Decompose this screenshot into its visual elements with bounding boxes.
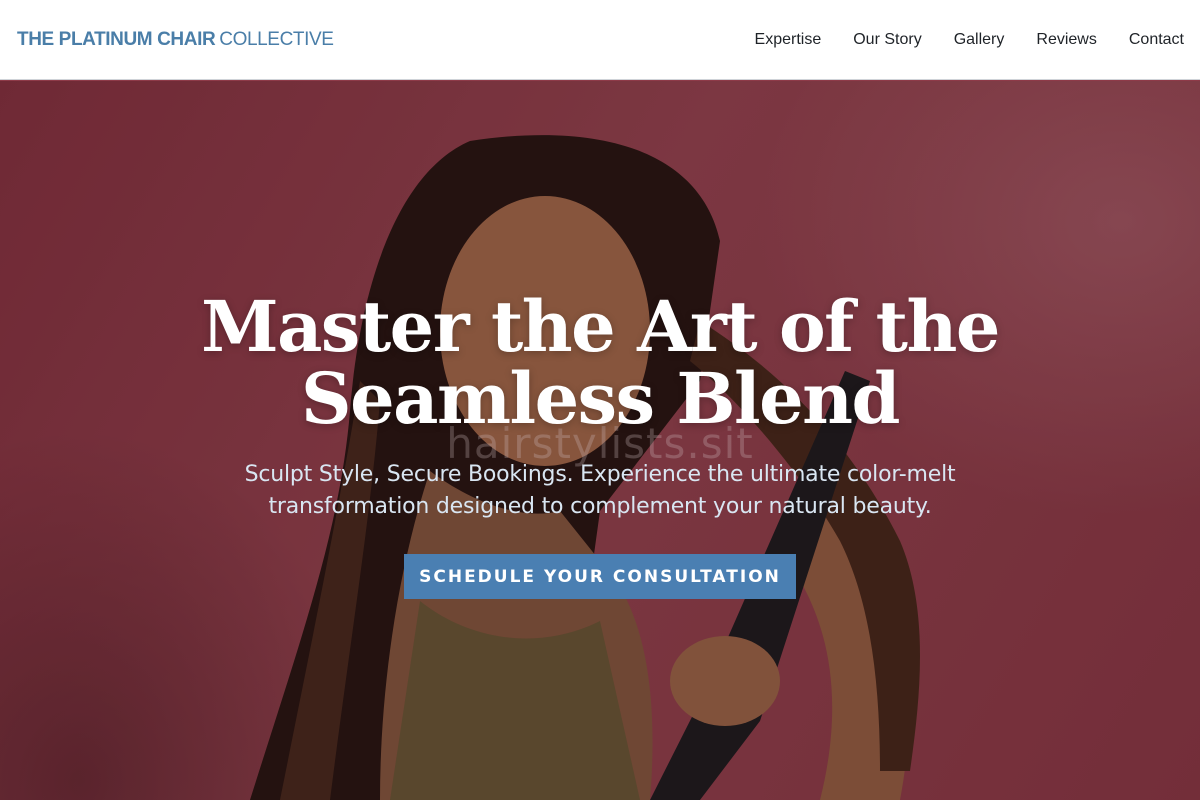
- hero-subtitle-line-2: transformation designed to complement yo…: [268, 494, 932, 519]
- hero-title-line-1: Master the Art of the: [201, 285, 1000, 368]
- schedule-consultation-button[interactable]: SCHEDULE YOUR CONSULTATION: [404, 554, 796, 599]
- hero-subtitle-line-1: Sculpt Style, Secure Bookings. Experienc…: [244, 462, 956, 487]
- nav-item-contact[interactable]: Contact: [1129, 31, 1184, 49]
- brand-name-light: COLLECTIVE: [219, 28, 334, 50]
- brand-name-bold: THE PLATINUM CHAIR: [17, 28, 216, 50]
- brand-logo[interactable]: THE PLATINUM CHAIR COLLECTIVE: [17, 29, 334, 51]
- site-header: THE PLATINUM CHAIR COLLECTIVE Expertise O…: [0, 0, 1200, 80]
- nav-item-expertise[interactable]: Expertise: [755, 31, 822, 49]
- hero-subtitle: Sculpt Style, Secure Bookings. Experienc…: [200, 459, 1000, 523]
- hero-title-line-2: Seamless Blend: [301, 357, 900, 440]
- nav-item-reviews[interactable]: Reviews: [1036, 31, 1096, 49]
- nav-item-our-story[interactable]: Our Story: [853, 31, 921, 49]
- main-nav: Expertise Our Story Gallery Reviews Cont…: [723, 31, 1184, 49]
- hero-title: Master the Art of the Seamless Blend: [150, 291, 1050, 435]
- hero-section: hairstylists.sit Master the Art of the S…: [0, 81, 1200, 800]
- nav-item-gallery[interactable]: Gallery: [954, 31, 1005, 49]
